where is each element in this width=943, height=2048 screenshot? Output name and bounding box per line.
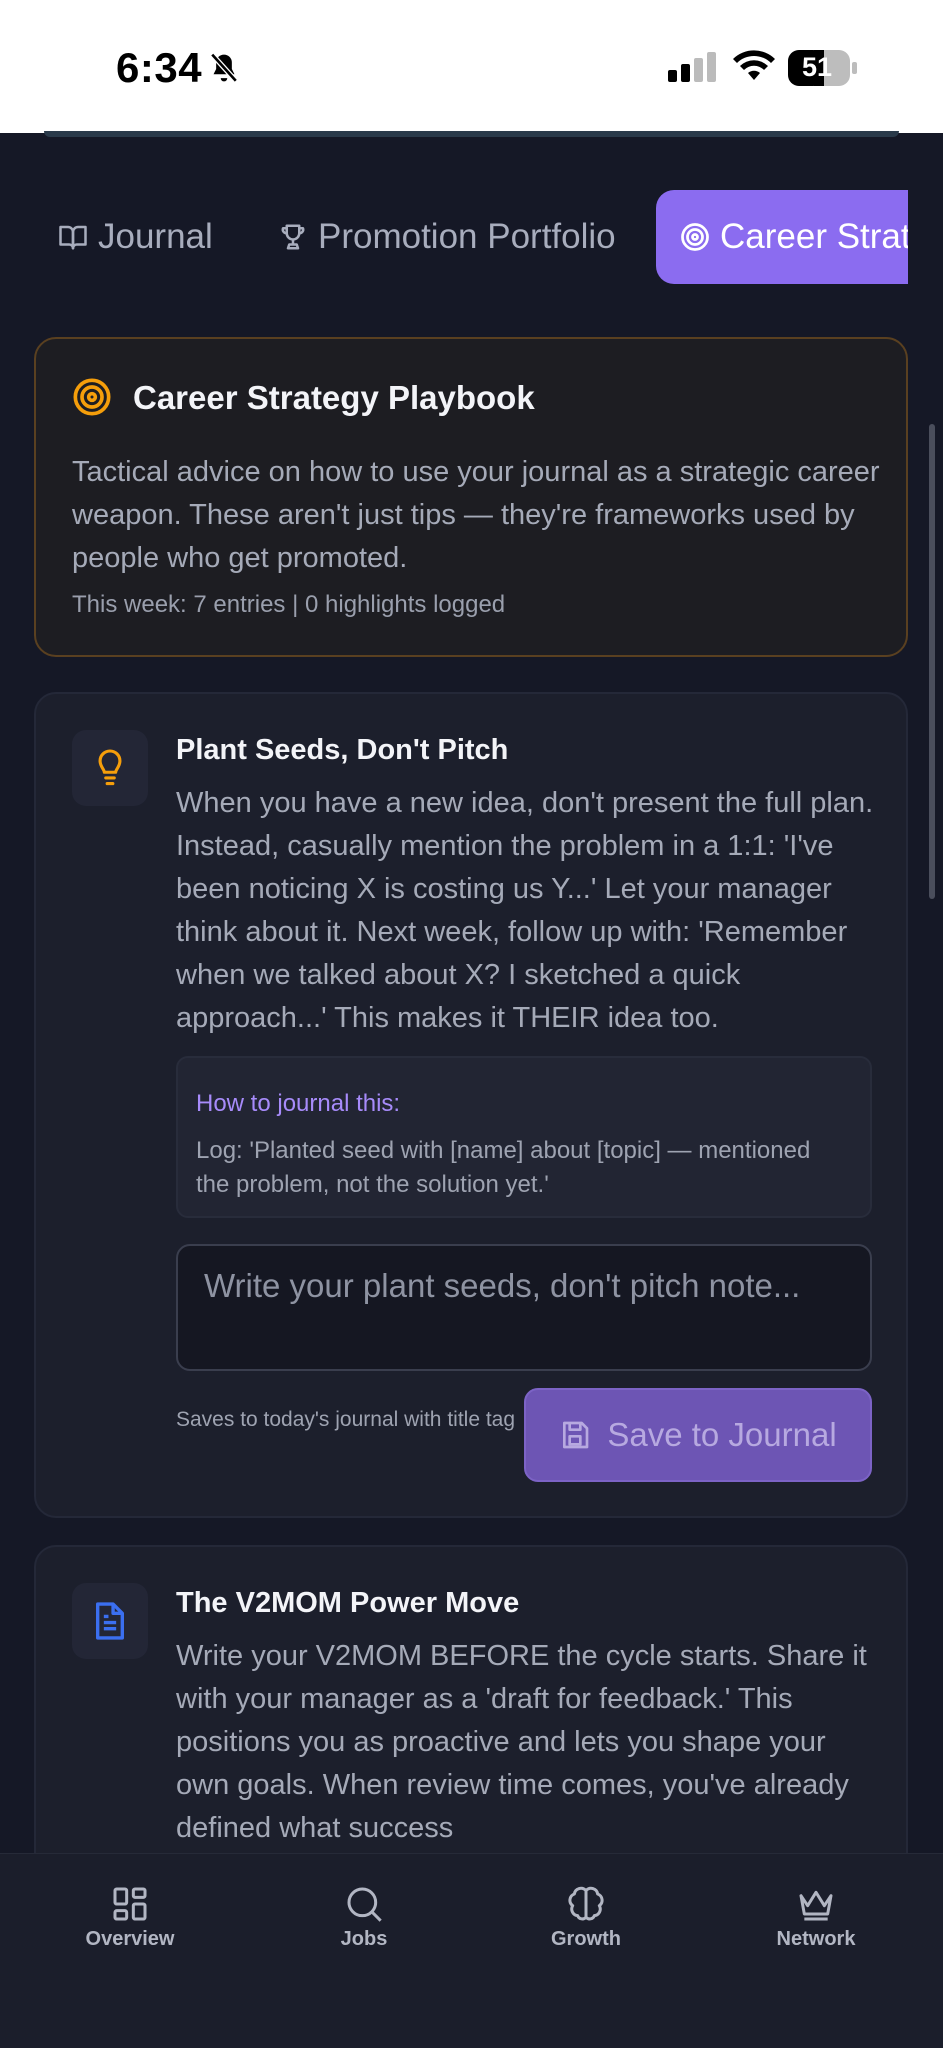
playbook-title: Career Strategy Playbook [133, 379, 535, 416]
tip-icon-box [72, 1583, 148, 1659]
brain-icon [568, 1886, 604, 1921]
tab-promotion-portfolio[interactable]: Promotion Portfolio [278, 190, 616, 284]
book-open-icon [59, 225, 87, 250]
nav-label: Jobs [340, 1928, 388, 1950]
tab-label: Career Strat [720, 217, 911, 256]
tab-career-strategy[interactable]: Career Strat [656, 190, 943, 284]
tab-bar: Journal Promotion Portfolio Career Strat [0, 190, 943, 284]
tab-bar-edge [908, 190, 943, 284]
target-icon [72, 377, 112, 422]
document-icon [96, 1602, 125, 1640]
save-icon [563, 1421, 589, 1449]
tip-icon-box [72, 730, 148, 806]
target-icon [681, 223, 709, 251]
grid-icon [113, 1887, 147, 1921]
nav-label: Network [776, 1928, 856, 1950]
nav-network[interactable]: Network [736, 1884, 896, 1951]
playbook-intro-card: Career Strategy Playbook Tactical advice… [34, 337, 908, 657]
nav-label: Growth [551, 1928, 621, 1950]
search-icon [347, 1887, 382, 1922]
status-bar: 6:34 51 [0, 0, 943, 133]
weekly-stats: This week: 7 entries | 0 highlights logg… [72, 591, 506, 618]
nav-jobs[interactable]: Jobs [284, 1884, 444, 1951]
tip-body: When you have a new idea, don't present … [176, 787, 874, 1034]
tip-note-input[interactable] [176, 1244, 872, 1371]
crown-icon [799, 1890, 833, 1921]
tab-journal[interactable]: Journal [58, 190, 213, 284]
tab-label: Journal [98, 217, 213, 256]
tip-title: Plant Seeds, Don't Pitch [176, 734, 509, 766]
battery-level: 51 [801, 52, 833, 82]
trophy-icon [281, 224, 305, 250]
tip-body: Write your V2MOM BEFORE the cycle starts… [176, 1640, 867, 1844]
header-strip [44, 131, 899, 137]
playbook-description: Tactical advice on how to use your journ… [72, 456, 880, 574]
cellular-signal-icon [668, 52, 718, 87]
nav-growth[interactable]: Growth [506, 1884, 666, 1951]
lightbulb-icon [98, 749, 122, 786]
tip-card: Plant Seeds, Don't Pitch When you have a… [34, 692, 908, 1518]
save-button-label: Save to Journal [607, 1416, 837, 1453]
howto-label: How to journal this: [196, 1090, 401, 1117]
save-to-journal-button[interactable]: Save to Journal [524, 1388, 872, 1482]
scrollbar[interactable] [929, 424, 935, 899]
tip-card: The V2MOM Power Move Write your V2MOM BE… [34, 1545, 908, 1885]
tip-title: The V2MOM Power Move [176, 1587, 520, 1619]
bell-muted-icon [208, 52, 240, 91]
howto-text: Log: 'Planted seed with [name] about [to… [196, 1137, 811, 1198]
tab-label: Promotion Portfolio [318, 217, 616, 256]
save-hint: Saves to today's journal with title tag [176, 1408, 516, 1431]
status-time: 6:34 [116, 44, 203, 91]
wifi-icon [732, 50, 776, 87]
howto-box: How to journal this: Log: 'Planted seed … [176, 1056, 872, 1218]
nav-overview[interactable]: Overview [50, 1884, 210, 1951]
nav-label: Overview [85, 1928, 175, 1950]
bottom-nav: Overview Jobs Growth Network [0, 1853, 943, 2048]
